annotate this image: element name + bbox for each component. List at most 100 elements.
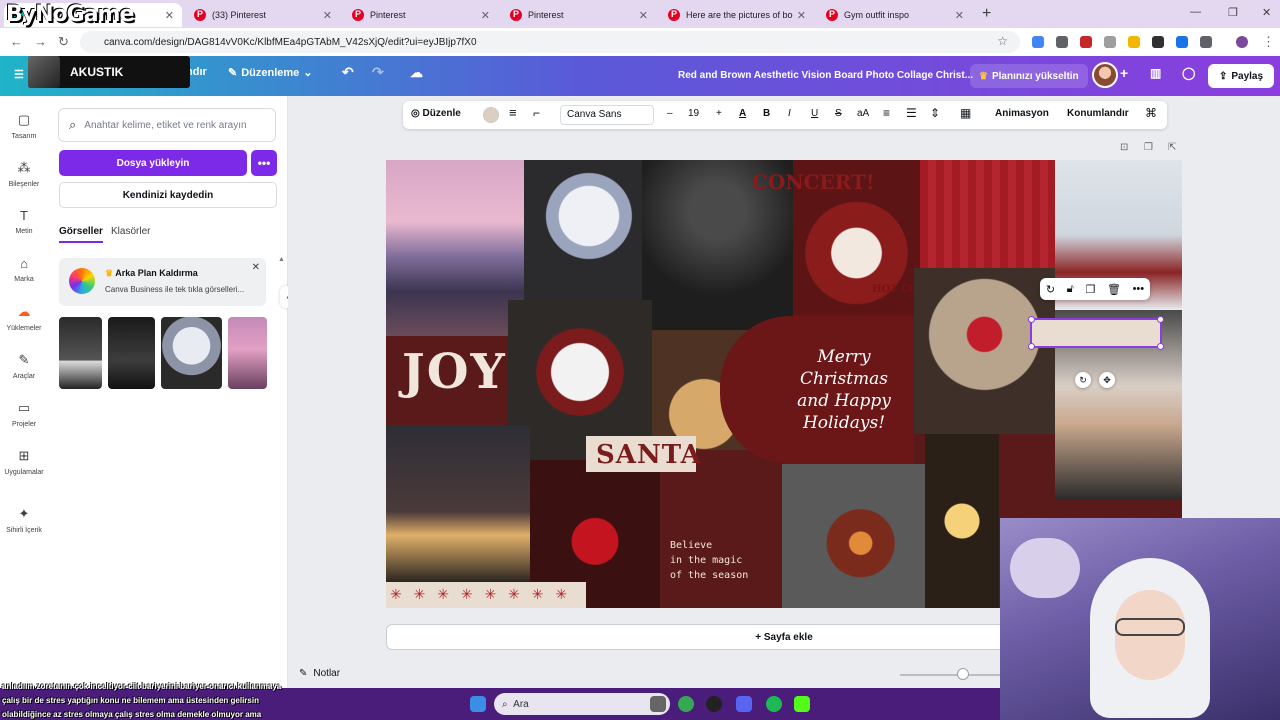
- record-yourself-button[interactable]: Kendinizi kaydedin: [59, 182, 277, 208]
- rail-apps[interactable]: ⊞ Uygulamalar: [0, 448, 48, 476]
- spotify-icon[interactable]: [766, 696, 782, 712]
- menu-icon[interactable]: ☰: [14, 68, 24, 81]
- undo-icon[interactable]: ↶: [342, 64, 354, 81]
- upload-thumbnail[interactable]: [108, 317, 155, 389]
- resize-handle[interactable]: [1157, 316, 1164, 323]
- align-center-icon[interactable]: ≡: [883, 106, 890, 120]
- close-tab-icon[interactable]: ✕: [797, 9, 806, 22]
- resize-handle[interactable]: [1157, 343, 1164, 350]
- close-tab-icon[interactable]: ✕: [323, 9, 332, 22]
- knit-pattern-photo[interactable]: [920, 160, 1055, 268]
- candle-blanket-photo[interactable]: [782, 464, 925, 608]
- rail-uploads[interactable]: ☁ Yüklemeler: [0, 304, 48, 332]
- upload-thumbnail[interactable]: [161, 317, 222, 389]
- search-box[interactable]: ⌕: [58, 108, 276, 142]
- forward-icon[interactable]: →: [34, 34, 47, 49]
- decrease-font-button[interactable]: –: [667, 108, 673, 119]
- redo-icon[interactable]: ↷: [372, 64, 384, 81]
- rail-tools[interactable]: ✎ Araçlar: [0, 352, 48, 380]
- kick-icon[interactable]: [794, 696, 810, 712]
- rail-projects[interactable]: ▭ Projeler: [0, 400, 48, 428]
- extension-icon[interactable]: [1056, 36, 1068, 48]
- extension-icon[interactable]: [1152, 36, 1164, 48]
- resize-handle[interactable]: [1028, 343, 1035, 350]
- back-icon[interactable]: ←: [10, 34, 23, 49]
- hair-bow-photo[interactable]: [914, 268, 1055, 434]
- upload-thumbnail[interactable]: [228, 317, 267, 389]
- duplicate-page-icon[interactable]: ❐: [1144, 142, 1153, 153]
- add-collaborator-icon[interactable]: +: [1120, 65, 1128, 81]
- rail-elements[interactable]: ⁂ Bileşenler: [0, 160, 48, 188]
- lock-icon[interactable]: 🔓︎: [1067, 283, 1074, 296]
- zoom-slider[interactable]: [900, 674, 1000, 676]
- avatar[interactable]: [1092, 62, 1118, 88]
- comment-icon[interactable]: ◯: [1182, 66, 1195, 80]
- extension-icon[interactable]: [1080, 36, 1092, 48]
- task-view-icon[interactable]: [650, 696, 666, 712]
- increase-font-button[interactable]: +: [716, 108, 722, 119]
- profile-icon[interactable]: [1236, 36, 1248, 48]
- maximize-icon[interactable]: ❐: [1228, 6, 1238, 19]
- letter-case-button[interactable]: aA: [857, 108, 869, 119]
- bouquet-photo[interactable]: [524, 160, 642, 300]
- edit-mode-button[interactable]: ✎ Düzenleme ⌄: [228, 66, 313, 80]
- joy-text[interactable]: JOY: [402, 344, 507, 400]
- add-page-icon[interactable]: ⇱: [1168, 142, 1176, 153]
- close-icon[interactable]: ✕: [252, 262, 260, 273]
- close-window-icon[interactable]: ✕: [1262, 6, 1271, 19]
- rail-design[interactable]: ▢ Tasarım: [0, 112, 48, 140]
- rotate-icon[interactable]: ↻: [1046, 283, 1055, 296]
- mount-fuji-photo[interactable]: [386, 160, 524, 336]
- bold-button[interactable]: B: [763, 108, 770, 119]
- corner-style-icon[interactable]: ⌐: [533, 106, 540, 120]
- minimize-icon[interactable]: —: [1190, 6, 1201, 18]
- tab-pinterest-3[interactable]: Pinterest ✕: [502, 3, 656, 27]
- close-tab-icon[interactable]: ✕: [955, 9, 964, 22]
- extension-icon[interactable]: [1176, 36, 1188, 48]
- taskbar-search[interactable]: ⌕ Ara: [494, 693, 670, 715]
- font-dropdown[interactable]: Canva Sans: [560, 105, 654, 125]
- more-options-button[interactable]: •••: [251, 150, 277, 176]
- concert-text[interactable]: CONCERT!: [752, 170, 875, 194]
- notes-button[interactable]: ✎ Notlar: [299, 668, 340, 679]
- cloud-save-icon[interactable]: ☁: [410, 65, 423, 81]
- lock-page-icon[interactable]: ⊡: [1120, 142, 1128, 153]
- close-tab-icon[interactable]: ✕: [481, 9, 490, 22]
- trash-icon[interactable]: 🗑︎: [1107, 283, 1121, 296]
- italic-button[interactable]: I: [788, 108, 791, 119]
- rail-brand[interactable]: ⌂ Marka: [0, 256, 48, 283]
- zoom-slider-handle[interactable]: [957, 668, 969, 680]
- believe-text[interactable]: Believe in the magic of the season: [670, 538, 780, 583]
- line-weight-icon[interactable]: ≡: [509, 105, 517, 120]
- insights-icon[interactable]: ▥: [1150, 66, 1161, 80]
- font-size-input[interactable]: 19: [688, 108, 699, 119]
- upload-files-button[interactable]: Dosya yükleyin: [59, 150, 247, 176]
- upload-thumbnail[interactable]: [59, 317, 102, 389]
- animate-button[interactable]: Animasyon: [995, 108, 1049, 119]
- tab-folders[interactable]: Klasörler: [111, 226, 150, 237]
- position-button[interactable]: Konumlandır: [1067, 108, 1129, 119]
- reload-icon[interactable]: ↻: [58, 34, 69, 50]
- browser-menu-icon[interactable]: ⋮: [1262, 34, 1275, 50]
- rail-magic[interactable]: ✦ Sihirli İçerik: [0, 506, 48, 534]
- merry-christmas-text[interactable]: Merry Christmas and Happy Holidays!: [788, 346, 900, 434]
- chrome-icon[interactable]: [678, 696, 694, 712]
- tab-pinterest-33[interactable]: (33) Pinterest ✕: [186, 3, 340, 27]
- upgrade-button[interactable]: ♛ Planınızı yükseltin: [970, 64, 1088, 88]
- transparency-icon[interactable]: ▦: [960, 106, 971, 120]
- github-icon[interactable]: [706, 696, 722, 712]
- more-icon[interactable]: •••: [1133, 283, 1145, 295]
- spacing-icon[interactable]: ⇕: [930, 106, 940, 120]
- puzzle-icon[interactable]: [1200, 36, 1212, 48]
- rail-text[interactable]: T Metin: [0, 208, 48, 235]
- underline-button[interactable]: U: [811, 108, 818, 119]
- duplicate-icon[interactable]: ❐: [1085, 283, 1095, 296]
- windows-start-icon[interactable]: [470, 696, 486, 712]
- search-input[interactable]: [84, 119, 255, 131]
- extension-icon[interactable]: [1128, 36, 1140, 48]
- bookmark-star-icon[interactable]: ☆: [997, 34, 1008, 48]
- share-button[interactable]: ⇪ Paylaş: [1208, 64, 1274, 88]
- background-remover-promo[interactable]: ♛ Arka Plan Kaldırma Canva Business ile …: [59, 258, 266, 306]
- text-color-button[interactable]: A: [739, 108, 746, 119]
- close-tab-icon[interactable]: ✕: [639, 9, 648, 22]
